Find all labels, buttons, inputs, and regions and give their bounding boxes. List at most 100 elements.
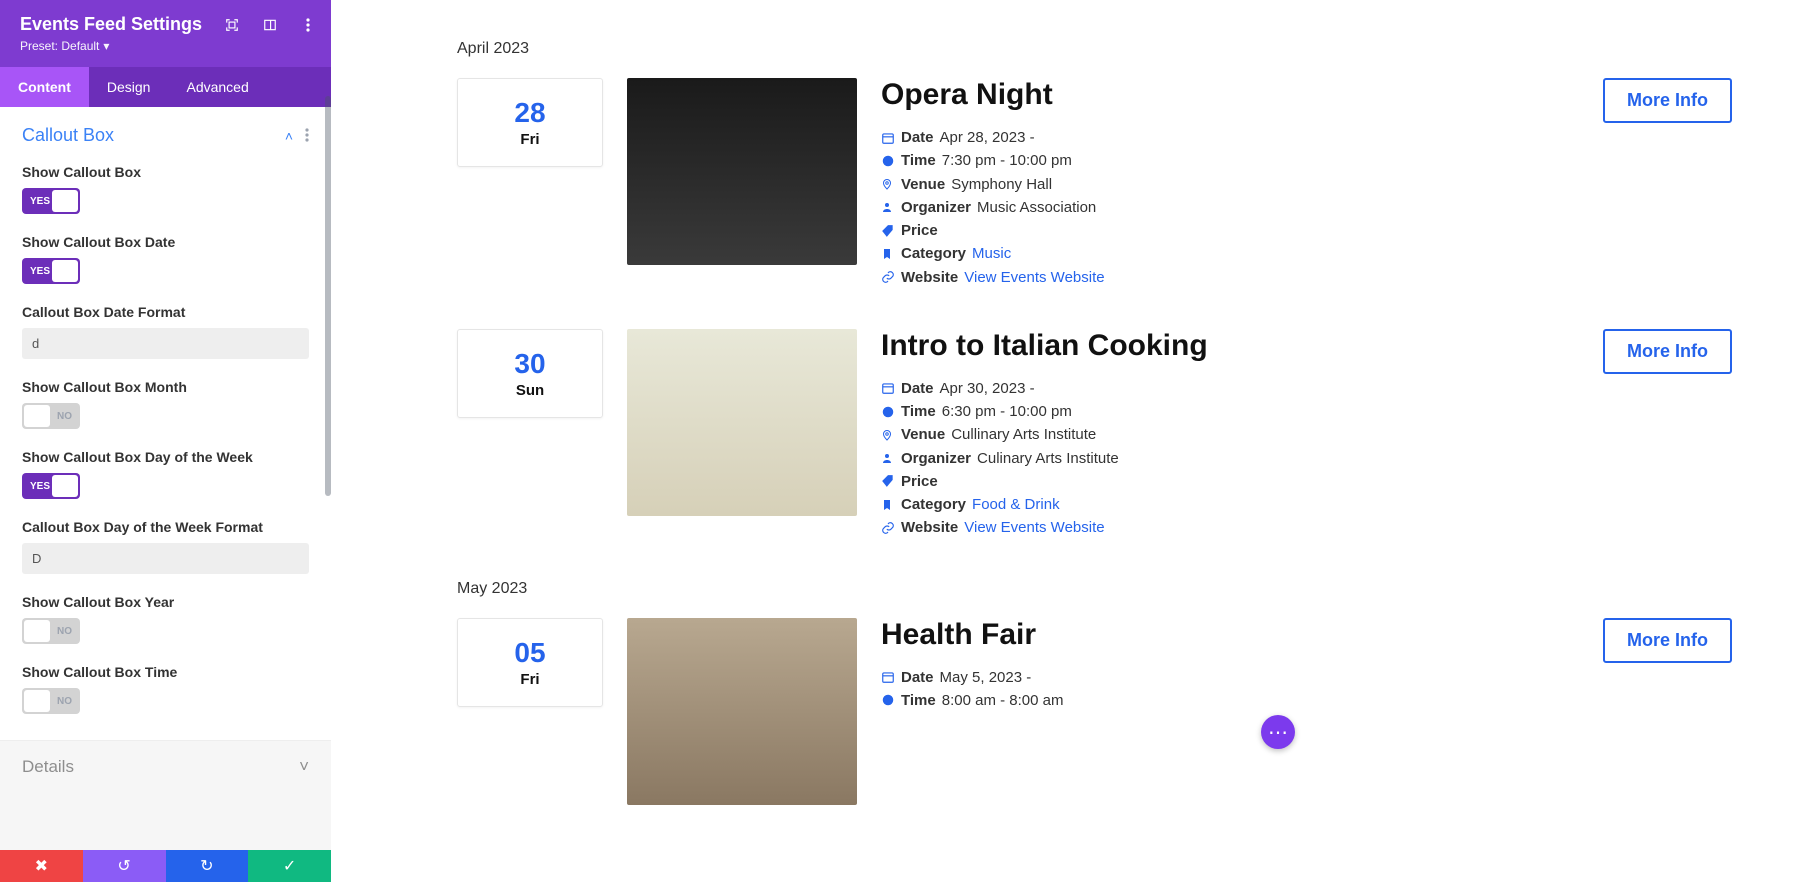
setting-show_dow: Show Callout Box Day of the Week YES [22,449,309,499]
more-icon[interactable] [301,18,315,32]
preset-label: Preset: Default [20,39,99,53]
chevron-down-icon: ˅ [299,757,309,777]
link-icon [881,270,895,284]
event-thumbnail[interactable] [627,329,857,516]
bookmark-icon [881,247,895,261]
event-thumbnail[interactable] [627,618,857,805]
setting-show_date: Show Callout Box Date YES [22,234,309,284]
toggle-label: YES [30,266,50,277]
tag-icon [881,224,895,238]
setting-label: Callout Box Day of the Week Format [22,519,309,535]
event-thumbnail[interactable] [627,78,857,265]
input-dow_format[interactable] [22,543,309,574]
toggle-label: NO [57,696,72,707]
tab-advanced[interactable]: Advanced [168,67,266,107]
setting-label: Show Callout Box Time [22,664,309,680]
section-title-text: Callout Box [22,125,114,146]
website-link[interactable]: View Events Website [964,516,1104,539]
setting-label: Show Callout Box [22,164,309,180]
callout-day: 30 [458,348,602,380]
more-info-button[interactable]: More Info [1603,329,1732,374]
chevron-up-icon[interactable]: ˄ [285,128,293,144]
toggle-show_dow[interactable]: YES [22,473,80,499]
clock-icon [881,693,895,707]
clock-icon [881,405,895,419]
event-body: Intro to Italian Cooking Date Apr 30, 20… [881,329,1579,540]
setting-label: Show Callout Box Month [22,379,309,395]
callout-day: 28 [458,97,602,129]
callout-box: 30 Sun [457,329,603,418]
category-link[interactable]: Music [972,242,1011,265]
target-icon[interactable] [225,18,239,32]
section-details-label: Details [22,757,74,777]
save-button[interactable]: ✓ [248,850,331,882]
event-title[interactable]: Opera Night [881,78,1579,112]
panel-toggle-icon[interactable] [263,18,277,32]
redo-button[interactable]: ↻ [166,850,249,882]
callout-dow: Fri [458,131,602,148]
setting-dow_format: Callout Box Day of the Week Format [22,519,309,574]
callout-dow: Sun [458,382,602,399]
toggle-show_date[interactable]: YES [22,258,80,284]
link-icon [881,521,895,535]
clock-icon [881,154,895,168]
tab-design[interactable]: Design [89,67,169,107]
pin-icon [881,428,895,442]
toggle-knob [24,690,50,712]
callout-dow: Fri [458,671,602,688]
toggle-knob [24,405,50,427]
calendar-icon [881,670,895,684]
section-more-icon[interactable] [305,128,309,144]
tag-icon [881,474,895,488]
toggle-show_callout[interactable]: YES [22,188,80,214]
event-body: Health Fair Date May 5, 2023 - Time 8:00… [881,618,1579,713]
section-callout-box: Callout Box ˄ Show Callout BoxYESShow Ca… [0,107,331,740]
input-date_format[interactable] [22,328,309,359]
more-info-button[interactable]: More Info [1603,618,1732,663]
settings-tabs: Content Design Advanced [0,67,331,107]
setting-label: Show Callout Box Year [22,594,309,610]
setting-show_callout: Show Callout Box YES [22,164,309,214]
sidebar-header: Events Feed Settings Preset: Default ▾ [0,0,331,67]
event-row: 28 Fri Opera Night Date Apr 28, 2023 - T… [399,78,1732,289]
bottom-action-bar: ✖ ↺ ↻ ✓ [0,850,331,882]
setting-label: Show Callout Box Day of the Week [22,449,309,465]
calendar-icon [881,131,895,145]
toggle-show_month[interactable]: NO [22,403,80,429]
callout-box: 05 Fri [457,618,603,707]
section-details[interactable]: Details ˅ [0,740,331,793]
preset-selector[interactable]: Preset: Default ▾ [20,39,311,53]
month-header: April 2023 [399,40,1732,58]
setting-date_format: Callout Box Date Format [22,304,309,359]
toggle-show_time[interactable]: NO [22,688,80,714]
header-icons [225,18,315,32]
tab-content[interactable]: Content [0,67,89,107]
month-header: May 2023 [399,580,1732,598]
cancel-button[interactable]: ✖ [0,850,83,882]
website-link[interactable]: View Events Website [964,266,1104,289]
callout-box: 28 Fri [457,78,603,167]
more-info-button[interactable]: More Info [1603,78,1732,123]
toggle-label: YES [30,481,50,492]
user-icon [881,451,895,465]
event-row: 05 Fri Health Fair Date May 5, 2023 - Ti… [399,618,1732,805]
setting-show_year: Show Callout Box Year NO [22,594,309,644]
undo-button[interactable]: ↺ [83,850,166,882]
toggle-label: NO [57,626,72,637]
setting-label: Show Callout Box Date [22,234,309,250]
toggle-show_year[interactable]: NO [22,618,80,644]
setting-show_month: Show Callout Box Month NO [22,379,309,429]
category-link[interactable]: Food & Drink [972,493,1060,516]
floating-more-icon[interactable]: ⋯ [1261,715,1295,749]
bookmark-icon [881,498,895,512]
toggle-label: YES [30,196,50,207]
toggle-knob [24,620,50,642]
event-meta: Date Apr 30, 2023 - Time 6:30 pm - 10:00… [881,377,1579,540]
event-title[interactable]: Health Fair [881,618,1579,652]
section-title[interactable]: Callout Box ˄ [22,125,309,146]
toggle-knob [52,475,78,497]
toggle-knob [52,190,78,212]
setting-label: Callout Box Date Format [22,304,309,320]
event-title[interactable]: Intro to Italian Cooking [881,329,1579,363]
settings-sidebar: Events Feed Settings Preset: Default ▾ C… [0,0,331,882]
